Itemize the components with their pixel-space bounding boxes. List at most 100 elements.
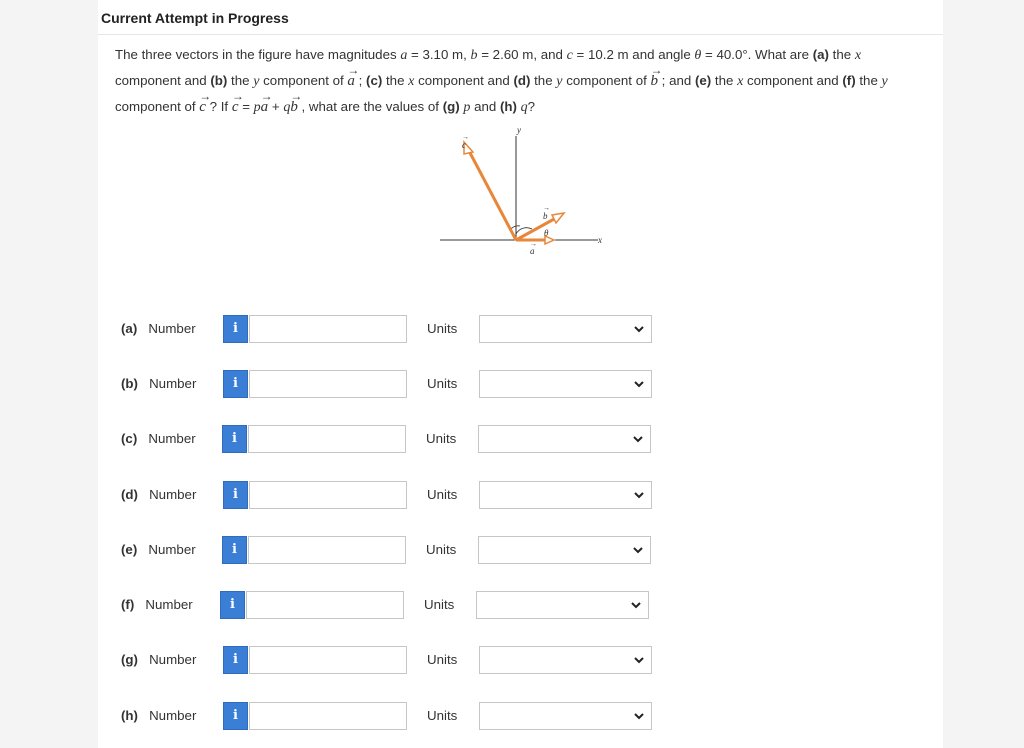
- part-label: (c): [121, 431, 138, 446]
- question-text-part: component and: [743, 73, 843, 88]
- answer-row-label: (f) Number: [121, 597, 193, 612]
- part-label: (e): [121, 542, 138, 557]
- vector-b-label: b: [543, 211, 548, 221]
- units-label: Units: [427, 708, 458, 723]
- vector-b-label-arrow: →: [543, 205, 550, 212]
- chevron-down-icon: [633, 436, 643, 443]
- answer-row-label: (b) Number: [121, 376, 196, 391]
- chevron-down-icon: [634, 326, 644, 333]
- info-icon[interactable]: i: [222, 536, 247, 564]
- vector-b-symbol: b: [650, 58, 658, 94]
- number-label: Number: [149, 708, 197, 723]
- question-text: The three vectors in the figure have mag…: [115, 42, 935, 120]
- info-icon[interactable]: i: [222, 425, 247, 453]
- number-input[interactable]: [249, 481, 407, 509]
- number-label: Number: [148, 542, 196, 557]
- chevron-down-icon: [631, 602, 641, 609]
- units-label: Units: [426, 431, 457, 446]
- var-y: y: [881, 74, 888, 89]
- question-text-part: = 40.0°. What are: [701, 47, 813, 62]
- answer-row-label: (g) Number: [121, 652, 196, 667]
- units-select[interactable]: [478, 425, 651, 453]
- answer-row-label: (d) Number: [121, 487, 196, 502]
- units-select[interactable]: [476, 591, 649, 619]
- units-label: Units: [427, 376, 458, 391]
- info-icon[interactable]: i: [220, 591, 245, 619]
- part-marker: (c): [366, 73, 383, 88]
- units-select[interactable]: [478, 536, 651, 564]
- question-text-part: the: [855, 73, 882, 88]
- number-input[interactable]: [249, 702, 407, 730]
- chevron-down-icon: [634, 657, 644, 664]
- chevron-down-icon: [634, 492, 644, 499]
- part-label: (d): [121, 487, 138, 502]
- part-marker: (f): [842, 73, 856, 88]
- question-text-part: the: [382, 73, 409, 88]
- units-select[interactable]: [479, 315, 652, 343]
- number-input[interactable]: [248, 536, 406, 564]
- part-label: (f): [121, 597, 135, 612]
- number-label: Number: [148, 321, 196, 336]
- part-marker: (a): [812, 47, 829, 62]
- part-marker: (h): [499, 99, 517, 114]
- number-label: Number: [149, 376, 197, 391]
- units-label: Units: [427, 321, 458, 336]
- question-text-part: = 2.60 m, and: [477, 47, 567, 62]
- number-input[interactable]: [249, 315, 407, 343]
- question-text-part: = 10.2 m and angle: [572, 47, 695, 62]
- vector-b-arrowhead: [550, 211, 566, 225]
- part-label: (a): [121, 321, 138, 336]
- question-text-part: and: [470, 99, 500, 114]
- units-select[interactable]: [479, 370, 652, 398]
- units-label: Units: [427, 487, 458, 502]
- question-text-part: ; and: [657, 73, 695, 88]
- number-input[interactable]: [249, 370, 407, 398]
- part-marker: (g): [442, 99, 460, 114]
- question-text-part: the: [530, 73, 557, 88]
- vector-c: [466, 148, 518, 241]
- number-label: Number: [149, 487, 197, 502]
- answer-row-label: (e) Number: [121, 542, 196, 557]
- units-label: Units: [426, 542, 457, 557]
- units-select[interactable]: [479, 702, 652, 730]
- y-axis-label: y: [516, 125, 521, 135]
- info-icon[interactable]: i: [223, 315, 248, 343]
- number-input[interactable]: [249, 646, 407, 674]
- var-q: q: [283, 100, 291, 115]
- chevron-down-icon: [634, 381, 644, 388]
- number-input[interactable]: [246, 591, 404, 619]
- part-marker: (b): [210, 73, 228, 88]
- question-text-part: component of: [259, 73, 348, 88]
- number-label: Number: [148, 431, 196, 446]
- vector-c-symbol: c: [199, 84, 206, 120]
- title-divider: [98, 34, 943, 35]
- info-icon[interactable]: i: [223, 481, 248, 509]
- units-select[interactable]: [479, 646, 652, 674]
- var-x: x: [854, 48, 862, 63]
- part-marker: (e): [694, 73, 712, 88]
- info-icon[interactable]: i: [223, 370, 248, 398]
- chevron-down-icon: [633, 547, 643, 554]
- question-text-part: the: [711, 73, 738, 88]
- var-b: b: [470, 48, 478, 63]
- part-marker: (d): [513, 73, 531, 88]
- answer-row-label: (c) Number: [121, 431, 196, 446]
- vector-c-label: c: [462, 140, 466, 150]
- info-icon[interactable]: i: [223, 702, 248, 730]
- question-text-part: = 3.10 m,: [407, 47, 471, 62]
- vector-c-label-arrow: →: [462, 134, 469, 141]
- units-select[interactable]: [479, 481, 652, 509]
- question-text-part: , what are the values of: [297, 99, 443, 114]
- question-text-part: the: [828, 47, 855, 62]
- info-icon[interactable]: i: [223, 646, 248, 674]
- question-line-1: The three vectors in the figure have mag…: [115, 42, 935, 68]
- answer-row-label: (h) Number: [121, 708, 196, 723]
- part-label: (h): [121, 708, 138, 723]
- page-title: Current Attempt in Progress: [101, 10, 289, 26]
- vector-a-symbol: a: [261, 84, 269, 120]
- number-input[interactable]: [248, 425, 406, 453]
- question-text-part: component and: [414, 73, 514, 88]
- vector-c-symbol: c: [232, 84, 239, 120]
- units-label: Units: [424, 597, 455, 612]
- var-q: q: [520, 100, 528, 115]
